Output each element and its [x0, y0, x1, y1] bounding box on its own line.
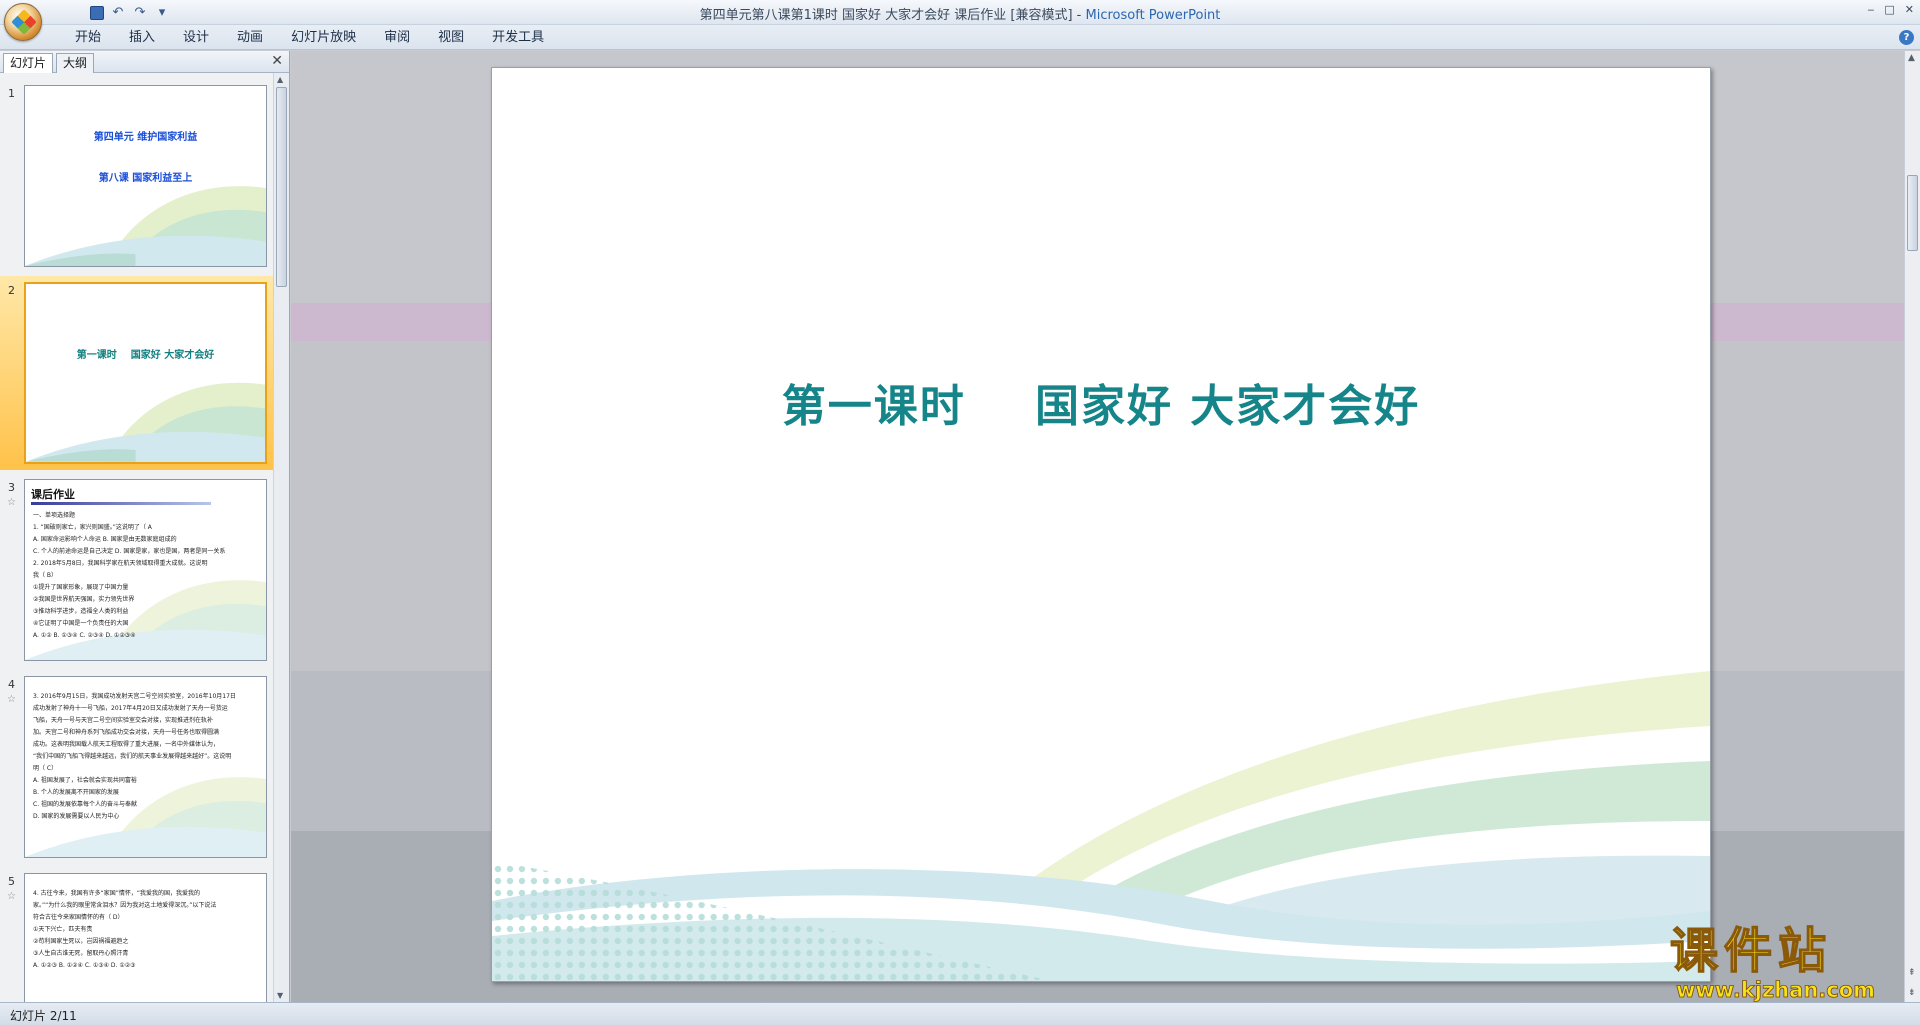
- text-line: ③推动科学进步，造福全人类的利益: [33, 608, 129, 615]
- text-line: “我们中国的飞船飞得越来越远，我们的航天事业发展得越来越好”。这说明: [33, 753, 232, 760]
- tab-insert[interactable]: 插入: [115, 29, 169, 47]
- text-line: 符合古往今来家国情怀的有（ D）: [33, 914, 124, 921]
- text-line: 加。天宫二号和神舟系列飞船成功交会对接，天舟一号任务也取得圆满: [33, 729, 220, 736]
- watermark-text: 课件站: [1669, 923, 1833, 979]
- slide-counter: 幻灯片 2/11: [10, 1009, 77, 1023]
- maximize-icon[interactable]: □: [1884, 3, 1894, 16]
- help-icon[interactable]: ?: [1899, 30, 1914, 45]
- title-bar: ↶ ↷ ▾ 第四单元第八课第1课时 国家好 大家才会好 课后作业 [兼容模式] …: [0, 0, 1920, 25]
- text-line: A. ①②③ B. ①②④ C. ①③④ D. ①②③: [33, 962, 136, 969]
- thumb-text-lines: 4. 古往今来，我国有许多“家国”情怀，“我爱我的国，我爱我的 家。”“为什么我…: [33, 888, 258, 972]
- animation-star-icon: ☆: [7, 497, 16, 508]
- app-name: Microsoft PowerPoint: [1085, 8, 1221, 23]
- text-line: 我（ B）: [33, 572, 58, 579]
- window-title: 第四单元第八课第1课时 国家好 大家才会好 课后作业 [兼容模式] - Micr…: [0, 4, 1920, 23]
- text-line: A. 国家命运影响个人命运 B. 国家是由无数家庭组成的: [33, 536, 177, 543]
- thumbnails-scrollbar[interactable]: ▲ ▼: [273, 73, 289, 1002]
- text-line: 家。”“为什么我的眼里常含泪水？因为我对这土地爱得深沉。”以下说法: [33, 902, 217, 909]
- scroll-up-icon[interactable]: ▲: [1908, 53, 1915, 63]
- text-line: C. 祖国的发展依靠每个人的奋斗与奉献: [33, 801, 138, 808]
- text-line: 成功发射了神舟十一号飞船，2017年4月20日又成功发射了天舟一号货运: [33, 705, 228, 712]
- scroll-thumb[interactable]: [276, 87, 287, 287]
- text-line: ①提升了国家形象，展现了中国力量: [33, 584, 129, 591]
- watermark-url: www.kjzhan.com: [1676, 978, 1876, 1003]
- slide-thumbnail-2[interactable]: 2 第一课时 国家好 大家才会好: [0, 276, 274, 470]
- text-line: ②我国是世界航天强国，实力领先世界: [33, 596, 135, 603]
- thumbnail-card[interactable]: 第四单元 维护国家利益 第八课 国家利益至上: [24, 85, 267, 267]
- thumb-text-lines: 3. 2016年9月15日，我国成功发射天宫二号空间实验室，2016年10月17…: [33, 691, 258, 823]
- tab-design[interactable]: 设计: [169, 29, 223, 47]
- current-slide[interactable]: 第一课时 国家好 大家才会好: [491, 67, 1711, 982]
- tab-slides[interactable]: 幻灯片: [3, 53, 54, 74]
- scroll-down-icon[interactable]: ▼: [277, 991, 283, 1000]
- text-line: A. ①② B. ①③④ C. ②③④ D. ①②③④: [33, 632, 136, 639]
- tab-view[interactable]: 视图: [424, 29, 478, 47]
- text-line: ①天下兴亡，匹夫有责: [33, 926, 93, 933]
- tab-outline[interactable]: 大纲: [56, 53, 95, 73]
- tab-home[interactable]: 开始: [61, 29, 115, 47]
- text-line: 成功。这表明我国载人航天工程取得了重大进展，一名中外媒体认为，: [33, 741, 220, 748]
- status-bar: 幻灯片 2/11: [0, 1002, 1920, 1025]
- slide-number: 2: [8, 284, 15, 297]
- wave-decoration: [26, 383, 265, 462]
- tab-developer[interactable]: 开发工具: [478, 29, 558, 47]
- text-line: A. 祖国发展了，社会就会实现共同富裕: [33, 777, 137, 784]
- slide-number: 5: [8, 875, 15, 888]
- text-line: C. 个人的前途命运是自己决定 D. 国家是家，家也是国，两者是同一关系: [33, 548, 226, 555]
- editor-scrollbar[interactable]: ▲ ⇞ ⇟: [1904, 51, 1920, 1002]
- text-line: 4. 古往今来，我国有许多“家国”情怀，“我爱我的国，我爱我的: [33, 890, 200, 897]
- animation-star-icon: ☆: [7, 694, 16, 705]
- slide-title[interactable]: 第一课时 国家好 大家才会好: [492, 370, 1710, 434]
- tab-slide-show[interactable]: 幻灯片放映: [277, 29, 370, 47]
- scroll-thumb[interactable]: [1907, 175, 1918, 251]
- thumbnail-card[interactable]: 3. 2016年9月15日，我国成功发射天宫二号空间实验室，2016年10月17…: [24, 676, 267, 858]
- slides-pane: 幻灯片 大纲 ✕ 1 第四单元 维护国家利益 第八课 国家利益至上 2 第一课时…: [0, 51, 290, 1002]
- text-line: 1. “国破则家亡，家兴则国盛。”这说明了（ A: [33, 524, 152, 531]
- slide-thumbnails: 1 第四单元 维护国家利益 第八课 国家利益至上 2 第一课时 国家好 大家才会…: [0, 73, 274, 1002]
- slide-thumbnail-1[interactable]: 1 第四单元 维护国家利益 第八课 国家利益至上: [0, 79, 274, 273]
- pane-tabs: 幻灯片 大纲 ✕: [0, 51, 289, 74]
- office-button[interactable]: [4, 3, 42, 41]
- slide-thumbnail-4[interactable]: 4 ☆ 3. 2016年9月15日，我国成功发射天宫二号空间实验室，2016年1…: [0, 670, 274, 864]
- scroll-up-icon[interactable]: ▲: [277, 75, 283, 84]
- window-controls: ‒ □ ✕: [1867, 3, 1914, 16]
- minimize-icon[interactable]: ‒: [1867, 3, 1874, 16]
- text-line: ③人生自古谁无死，留取丹心照汗青: [33, 950, 129, 957]
- ribbon-tabs: 开始 插入 设计 动画 幻灯片放映 审阅 视图 开发工具: [61, 29, 558, 47]
- animation-star-icon: ☆: [7, 891, 16, 902]
- watermark-logo: 课件站 www.kjzhan.com: [1669, 923, 1910, 1003]
- thumbnail-card[interactable]: 4. 古往今来，我国有许多“家国”情怀，“我爱我的国，我爱我的 家。”“为什么我…: [24, 873, 267, 1002]
- slide-number: 4: [8, 678, 15, 691]
- document-title: 第四单元第八课第1课时 国家好 大家才会好 课后作业 [兼容模式] -: [699, 8, 1086, 23]
- thumbnail-card[interactable]: 第一课时 国家好 大家才会好: [24, 282, 267, 464]
- text-line: 3. 2016年9月15日，我国成功发射天宫二号空间实验室，2016年10月17…: [33, 693, 236, 700]
- text-line: D. 国家的发展需要以人民为中心: [33, 813, 120, 820]
- heading-underline: [31, 502, 211, 505]
- tab-review[interactable]: 审阅: [370, 29, 424, 47]
- wave-decoration: [25, 186, 266, 266]
- close-icon[interactable]: ✕: [1905, 3, 1914, 16]
- ribbon: 开始 插入 设计 动画 幻灯片放映 审阅 视图 开发工具 ?: [0, 25, 1920, 50]
- office-logo-icon: [11, 9, 37, 35]
- text-line: 一、单项选择题: [33, 512, 76, 519]
- text-line: 飞船，天舟一号与天宫二号空间实验室交会对接，实现推进剂在轨补: [33, 717, 214, 724]
- text-line: B. 个人的发展离不开国家的发展: [33, 789, 119, 796]
- slide-number: 1: [8, 87, 15, 100]
- pane-close-icon[interactable]: ✕: [271, 53, 283, 69]
- wave-decoration: [492, 671, 1710, 981]
- text-line: ②苟利国家生死以，岂因祸福避趋之: [33, 938, 129, 945]
- slide-thumbnail-3[interactable]: 3 ☆ 课后作业 一、单项选择题 1. “国破则家亡，家兴则国盛。”这说明了（ …: [0, 473, 274, 667]
- thumb-text-lines: 一、单项选择题 1. “国破则家亡，家兴则国盛。”这说明了（ A A. 国家命运…: [33, 510, 258, 642]
- thumb-line-1: 第四单元 维护国家利益: [93, 132, 198, 143]
- slide-thumbnail-5[interactable]: 5 ☆ 4. 古往今来，我国有许多“家国”情怀，“我爱我的国，我爱我的 家。”“…: [0, 867, 274, 1002]
- thumbnail-card[interactable]: 课后作业 一、单项选择题 1. “国破则家亡，家兴则国盛。”这说明了（ A A.…: [24, 479, 267, 661]
- text-line: ④它证明了中国是一个负责任的大国: [33, 620, 129, 627]
- thumb-heading: 课后作业: [31, 488, 75, 501]
- text-line: 明（ C）: [33, 765, 58, 772]
- tab-animations[interactable]: 动画: [223, 29, 277, 47]
- text-line: 2. 2018年5月8日，我国科学家在航天领域取得重大成就。这说明: [33, 560, 208, 567]
- slide-number: 3: [8, 481, 15, 494]
